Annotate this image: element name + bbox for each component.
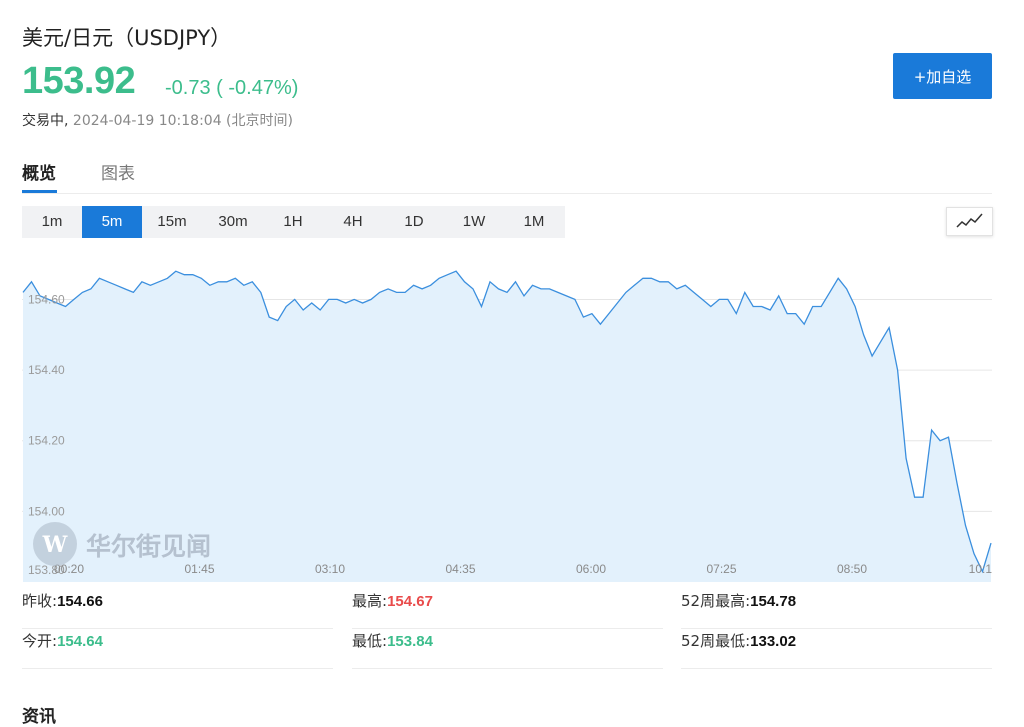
stat-label: 昨收: — [22, 592, 58, 610]
stat-value: 154.78 — [750, 593, 797, 610]
svg-text:W: W — [42, 532, 68, 558]
period-1m[interactable]: 1m — [22, 206, 82, 238]
news-section-heading: 资讯 — [22, 707, 56, 727]
stat-value: 154.66 — [57, 593, 103, 610]
period-30m[interactable]: 30m — [203, 206, 263, 238]
trading-state: 交易中, — [22, 113, 69, 129]
period-15m[interactable]: 15m — [142, 206, 202, 238]
stat-value: 154.67 — [387, 593, 433, 610]
tab-bar: 概览 图表 — [22, 155, 992, 194]
tab-overview[interactable]: 概览 — [22, 159, 56, 184]
y-tick-label: 154.20 — [28, 434, 65, 448]
trade-status: 交易中, 2024-04-19 10:18:04 (北京时间) — [22, 110, 293, 130]
period-selector: 1m 5m 15m 30m 1H 4H 1D 1W 1M — [22, 206, 565, 238]
current-price: 153.92 — [22, 60, 136, 102]
x-tick-label: 01:45 — [185, 562, 215, 576]
stat-52w-high: 52周最高:154.78 — [681, 590, 992, 629]
price-chart: 153.80154.00154.20154.40154.60 00:20 01:4… — [22, 270, 992, 582]
stat-label: 52周最低: — [681, 632, 751, 650]
y-tick-label: 154.40 — [28, 363, 65, 377]
stat-low: 最低:153.84 — [352, 630, 663, 669]
chart-type-button[interactable] — [946, 207, 993, 236]
x-tick-label: 10:1 — [969, 562, 992, 576]
x-tick-label: 04:35 — [446, 562, 476, 576]
active-tab-indicator — [22, 190, 57, 193]
add-watchlist-button[interactable]: +加自选 — [893, 53, 992, 99]
tab-chart[interactable]: 图表 — [101, 159, 135, 184]
timestamp: 2024-04-19 10:18:04 (北京时间) — [72, 113, 293, 129]
stat-52w-low: 52周最低:133.02 — [681, 630, 992, 669]
period-5m[interactable]: 5m — [82, 206, 142, 238]
watermark-text: 华尔街见闻 — [86, 532, 211, 561]
period-1mo[interactable]: 1M — [504, 206, 564, 238]
page-title: 美元/日元（USDJPY） — [22, 26, 232, 50]
stat-value: 133.02 — [750, 633, 797, 650]
stat-value: 154.64 — [57, 633, 103, 650]
stat-high: 最高:154.67 — [352, 590, 663, 629]
price-change: -0.73 ( -0.47%) — [165, 77, 299, 99]
stat-value: 153.84 — [387, 633, 433, 650]
stat-label: 最低: — [352, 632, 388, 650]
period-1h[interactable]: 1H — [263, 206, 323, 238]
stat-label: 今开: — [22, 632, 58, 650]
period-4h[interactable]: 4H — [323, 206, 383, 238]
y-tick-label: 154.00 — [28, 504, 65, 518]
period-1d[interactable]: 1D — [384, 206, 444, 238]
stat-prev-close: 昨收:154.66 — [22, 590, 333, 629]
x-tick-label: 07:25 — [707, 562, 737, 576]
stat-open: 今开:154.64 — [22, 630, 333, 669]
x-tick-label: 03:10 — [315, 562, 345, 576]
stat-label: 最高: — [352, 592, 388, 610]
y-tick-label: 154.60 — [28, 292, 65, 306]
x-tick-label: 08:50 — [837, 562, 867, 576]
stat-label: 52周最高: — [681, 592, 751, 610]
period-1w[interactable]: 1W — [444, 206, 504, 238]
x-tick-label: 06:00 — [576, 562, 606, 576]
line-chart-icon — [956, 213, 983, 228]
